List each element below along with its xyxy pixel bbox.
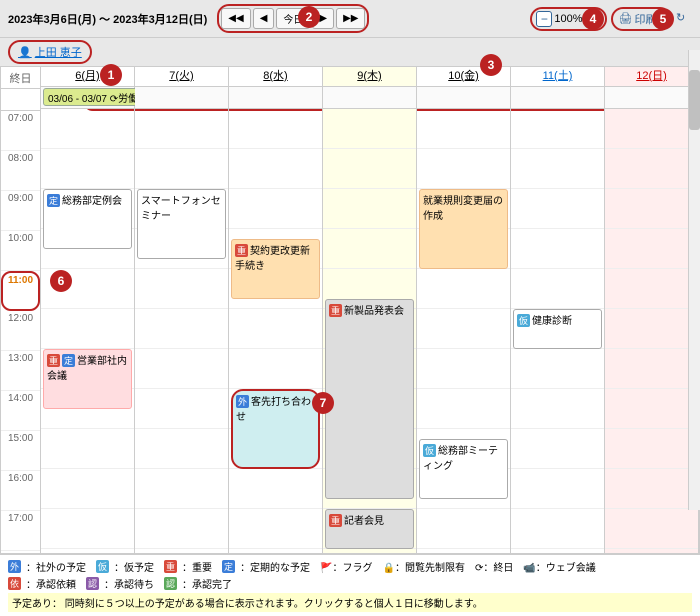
legend-item: 依：承認依頼 — [8, 576, 76, 591]
day-header[interactable]: 12(日) — [605, 67, 698, 87]
calendar-event[interactable]: 重新製品発表会 — [325, 299, 414, 499]
calendar-grid: 終日 07:00 08:00 09:00 10:00 11:00 12:00 1… — [0, 66, 700, 554]
calendar-event[interactable]: 仮総務部ミーティング — [419, 439, 508, 499]
legend: 外：社外の予定仮：仮予定重：重要定：定期的な予定 🚩：フラグ 🔒：閲覧先制限有 ⟳：終… — [0, 554, 700, 616]
footer-note: 予定あり： 同時刻に５つ以上の予定がある場合に表示されます。クリックすると個人１… — [8, 593, 692, 612]
legend-item: 定：定期的な予定 — [222, 559, 310, 574]
calendar-event[interactable]: スマートフォンセミナー — [137, 189, 226, 259]
legend-item: 📹：ウェブ会議 — [523, 559, 595, 574]
scrollbar[interactable] — [688, 50, 700, 510]
time-label: 12:00 — [1, 311, 40, 351]
calendar-event[interactable]: 重記者会見 — [325, 509, 414, 549]
day-column[interactable]: 7(火) スマートフォンセミナー — [135, 67, 229, 553]
legend-item: 🚩：フラグ — [320, 559, 372, 574]
annotation: 3 — [480, 54, 502, 76]
day-header[interactable]: 9(木) — [323, 67, 416, 87]
calendar-event[interactable]: 外客先打ち合わせ — [231, 389, 320, 469]
time-label-now: 11:00 — [1, 271, 40, 311]
annotation: 6 — [50, 270, 72, 292]
allday-label: 終日 — [1, 67, 41, 89]
annotation: 5 — [652, 8, 674, 30]
prev-week-button[interactable]: ◀◀ — [221, 8, 250, 29]
zoom-out-button[interactable]: − — [536, 11, 552, 27]
day-header[interactable]: 8(水) — [229, 67, 322, 87]
legend-item: ⟳：終日 — [475, 559, 513, 574]
annotation: 2 — [298, 6, 320, 28]
legend-item: 外：社外の予定 — [8, 559, 86, 574]
time-label: 10:00 — [1, 231, 40, 271]
time-label: 08:00 — [1, 151, 40, 191]
user-icon: 👤 — [18, 46, 32, 59]
legend-item: 仮：仮予定 — [96, 559, 154, 574]
time-label: 09:00 — [1, 191, 40, 231]
date-range: 2023年3月6日(月) ～ 2023年3月12日(日) — [8, 11, 207, 27]
day-column[interactable]: 11(土) 仮健康診断 — [511, 67, 605, 553]
day-header[interactable]: 7(火) — [135, 67, 228, 87]
next-week-button[interactable]: ▶▶ — [336, 8, 365, 29]
day-column[interactable]: 8(水) 重契約更改更新手続き外客先打ち合わせ — [229, 67, 323, 553]
legend-item: 重：重要 — [164, 559, 212, 574]
time-label: 14:00 — [1, 391, 40, 431]
prev-day-button[interactable]: ◀ — [253, 8, 275, 29]
day-column[interactable]: 6(月)03/06 - 03/07 ⟳労働三帳簿の作成定総務部定例会重定営業部社… — [41, 67, 135, 553]
time-label: 17:00 — [1, 511, 40, 551]
day-column[interactable]: 10(金)就業規則変更届の作成仮総務部ミーティング — [417, 67, 511, 553]
date-nav: ◀◀ ◀ 今日 ▶ ▶▶ — [217, 4, 369, 33]
day-column[interactable]: 9(木) 重新製品発表会重記者会見 — [323, 67, 417, 553]
calendar-event[interactable]: 仮健康診断 — [513, 309, 602, 349]
annotation: 7 — [312, 392, 334, 414]
calendar-event[interactable]: 就業規則変更届の作成 — [419, 189, 508, 269]
legend-item: 🔒：閲覧先制限有 — [383, 559, 465, 574]
refresh-icon[interactable]: ↻ — [676, 11, 692, 27]
time-label: 15:00 — [1, 431, 40, 471]
legend-item: 認：承認完了 — [164, 576, 232, 591]
zoom-level: 100% — [554, 13, 582, 25]
printer-icon: 🖨 — [619, 12, 633, 25]
day-header[interactable]: 11(土) — [511, 67, 604, 87]
calendar-event[interactable]: 定総務部定例会 — [43, 189, 132, 249]
time-label: 16:00 — [1, 471, 40, 511]
time-label: 13:00 — [1, 351, 40, 391]
time-label: 07:00 — [1, 111, 40, 151]
annotation: 1 — [100, 64, 122, 86]
calendar-event[interactable]: 重契約更改更新手続き — [231, 239, 320, 299]
day-column[interactable]: 12(日) — [605, 67, 699, 553]
user-link[interactable]: 👤 上田 恵子 — [8, 40, 92, 64]
calendar-event[interactable]: 重定営業部社内会議 — [43, 349, 132, 409]
annotation: 4 — [582, 8, 604, 30]
legend-item: 認：承認待ち — [86, 576, 154, 591]
